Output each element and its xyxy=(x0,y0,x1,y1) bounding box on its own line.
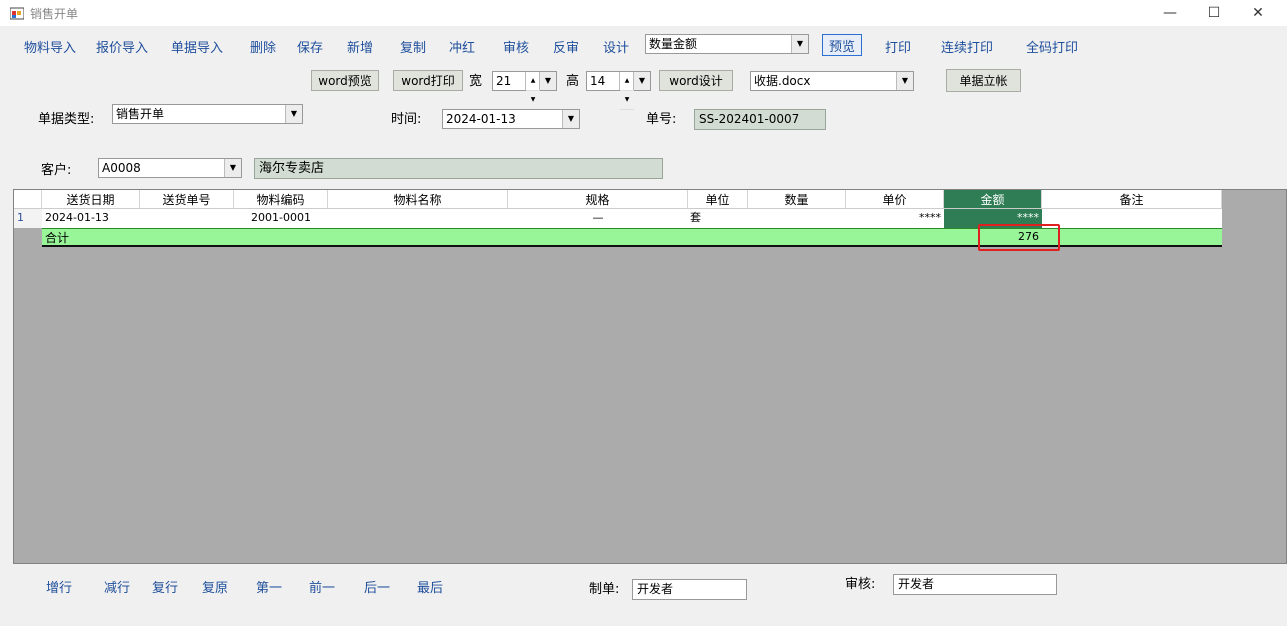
total-row-index xyxy=(14,228,42,247)
add-row-button[interactable]: 增行 xyxy=(46,577,72,596)
title-bar xyxy=(0,0,1287,26)
word-print-button[interactable]: word打印 xyxy=(393,70,463,91)
next-button[interactable]: 后一 xyxy=(364,577,390,596)
chevron-down-icon: ▼ xyxy=(539,72,556,90)
doc-no-field: SS-202401-0007 xyxy=(694,109,826,130)
cell-name[interactable] xyxy=(328,209,508,228)
post-document-button[interactable]: 单据立帐 xyxy=(946,69,1021,92)
first-button[interactable]: 第一 xyxy=(256,577,282,596)
app-icon xyxy=(9,6,25,20)
doc-no-label: 单号: xyxy=(646,112,677,127)
cell-code[interactable]: 2001-0001 xyxy=(234,209,328,228)
doc-type-label: 单据类型: xyxy=(38,112,95,127)
row-header-corner xyxy=(14,190,42,209)
col-header-code[interactable]: 物料编码 xyxy=(234,190,328,209)
close-button[interactable]: ✕ xyxy=(1235,0,1281,26)
chevron-down-icon: ▼ xyxy=(285,105,302,123)
restore-button[interactable]: 复原 xyxy=(202,577,228,596)
time-value: 2024-01-13 xyxy=(446,112,516,126)
col-header-note[interactable]: 备注 xyxy=(1042,190,1222,209)
template-select[interactable]: 收据.docx ▼ xyxy=(750,71,914,91)
customer-name-field: 海尔专卖店 xyxy=(254,158,663,179)
maximize-button[interactable]: ☐ xyxy=(1191,0,1237,26)
reverse-button[interactable]: 冲红 xyxy=(449,37,475,56)
preview-button[interactable]: 预览 xyxy=(822,34,862,56)
full-code-print-button[interactable]: 全码打印 xyxy=(1026,37,1078,56)
cell-date[interactable]: 2024-01-13 xyxy=(42,209,140,228)
material-import-button[interactable]: 物料导入 xyxy=(24,37,76,56)
time-picker[interactable]: 2024-01-13 ▼ xyxy=(442,109,580,129)
word-design-button[interactable]: word设计 xyxy=(659,70,733,91)
height-spinner[interactable]: 14 ▲ ▼ ▼ xyxy=(586,71,651,110)
quote-import-button[interactable]: 报价导入 xyxy=(96,37,148,56)
col-header-qty[interactable]: 数量 xyxy=(748,190,846,209)
design-button[interactable]: 设计 xyxy=(603,37,629,56)
highlight-box xyxy=(978,224,1060,251)
spin-arrows-icon[interactable]: ▲ ▼ xyxy=(525,72,540,110)
height-label: 高 xyxy=(566,74,580,89)
maker-field[interactable]: 开发者 xyxy=(632,579,747,600)
cell-qty[interactable] xyxy=(748,209,846,228)
customer-code-value: A0008 xyxy=(102,161,141,175)
auditor-label: 审核: xyxy=(845,577,876,592)
col-header-price[interactable]: 单价 xyxy=(846,190,944,209)
col-header-spec[interactable]: 规格 xyxy=(508,190,688,209)
col-header-delivery-no[interactable]: 送货单号 xyxy=(140,190,234,209)
last-button[interactable]: 最后 xyxy=(417,577,443,596)
col-header-date[interactable]: 送货日期 xyxy=(42,190,140,209)
chevron-down-icon: ▼ xyxy=(633,72,650,90)
chevron-down-icon: ▼ xyxy=(896,72,913,90)
doc-type-value: 销售开单 xyxy=(116,107,165,121)
remove-row-button[interactable]: 减行 xyxy=(104,577,130,596)
cell-spec[interactable]: — xyxy=(508,209,688,228)
delete-button[interactable]: 删除 xyxy=(250,37,276,56)
unaudit-button[interactable]: 反审 xyxy=(553,37,579,56)
word-preview-button[interactable]: word预览 xyxy=(311,70,379,91)
minimize-button[interactable]: — xyxy=(1147,0,1193,26)
window-title: 销售开单 xyxy=(30,7,79,21)
detail-grid[interactable]: 送货日期 送货单号 物料编码 物料名称 规格 单位 数量 单价 金额 备注 1 … xyxy=(13,189,1287,564)
auditor-field[interactable]: 开发者 xyxy=(893,574,1057,595)
col-header-unit[interactable]: 单位 xyxy=(688,190,748,209)
amount-mode-select[interactable]: 数量金额 ▼ xyxy=(645,34,809,54)
previous-button[interactable]: 前一 xyxy=(309,577,335,596)
audit-button[interactable]: 审核 xyxy=(503,37,529,56)
customer-label: 客户: xyxy=(41,163,72,178)
new-button[interactable]: 新增 xyxy=(347,37,373,56)
save-button[interactable]: 保存 xyxy=(297,37,323,56)
document-import-button[interactable]: 单据导入 xyxy=(171,37,223,56)
chevron-down-icon: ▼ xyxy=(562,110,579,128)
chevron-down-icon: ▼ xyxy=(791,35,808,53)
doc-type-select[interactable]: 销售开单 ▼ xyxy=(112,104,303,124)
continuous-print-button[interactable]: 连续打印 xyxy=(941,37,993,56)
spin-arrows-icon[interactable]: ▲ ▼ xyxy=(619,72,634,110)
cell-unit[interactable]: 套 xyxy=(688,209,748,228)
total-label: 合计 xyxy=(45,231,70,245)
height-value: 14 xyxy=(590,74,606,88)
width-spinner[interactable]: 21 ▲ ▼ ▼ xyxy=(492,71,557,110)
cell-delivery-no[interactable] xyxy=(140,209,234,228)
col-header-amount[interactable]: 金额 xyxy=(944,190,1042,209)
amount-mode-value: 数量金额 xyxy=(649,37,698,51)
col-header-name[interactable]: 物料名称 xyxy=(328,190,508,209)
cell-note[interactable] xyxy=(1042,209,1222,228)
template-value: 收据.docx xyxy=(754,74,811,88)
duplicate-row-button[interactable]: 复行 xyxy=(152,577,178,596)
row-index[interactable]: 1 xyxy=(14,209,42,228)
maker-label: 制单: xyxy=(589,582,620,597)
width-value: 21 xyxy=(496,74,512,88)
cell-price[interactable]: **** xyxy=(846,209,944,228)
print-button[interactable]: 打印 xyxy=(885,37,911,56)
chevron-down-icon: ▼ xyxy=(224,159,241,177)
time-label: 时间: xyxy=(391,112,422,127)
copy-button[interactable]: 复制 xyxy=(400,37,426,56)
customer-select[interactable]: A0008 ▼ xyxy=(98,158,242,178)
width-label: 宽 xyxy=(469,74,483,89)
